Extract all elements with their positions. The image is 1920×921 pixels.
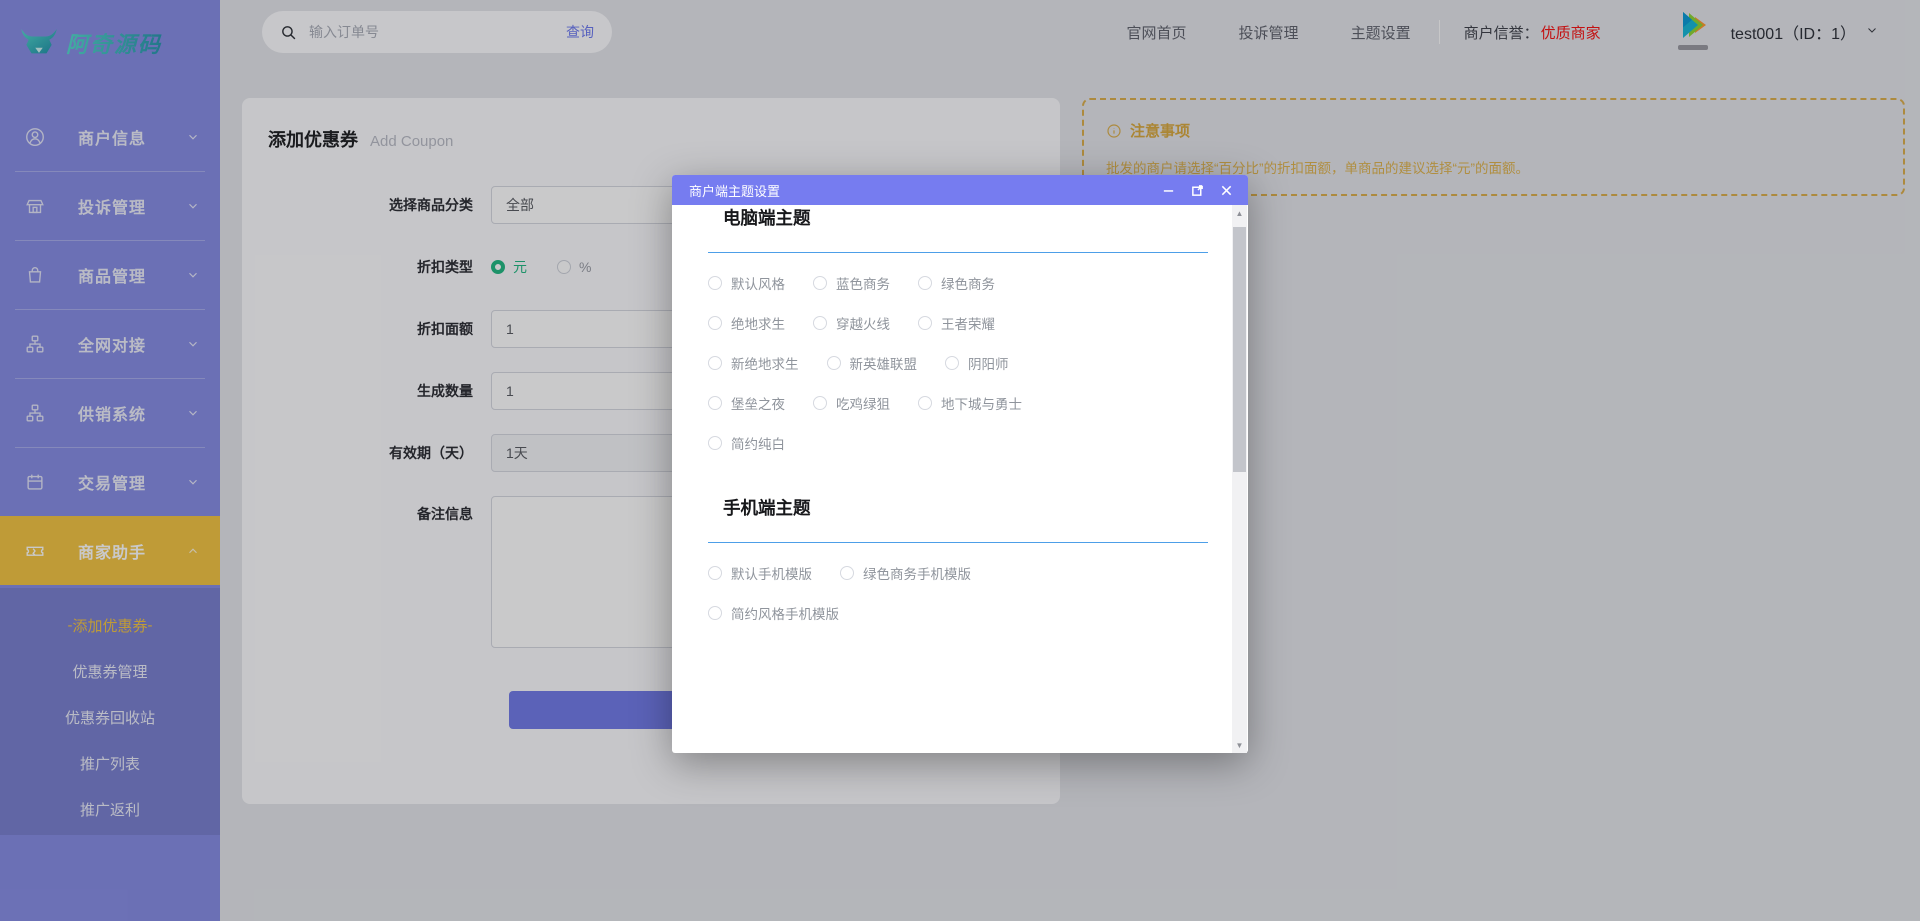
radio-circle-icon[interactable] bbox=[813, 276, 827, 290]
theme-option-row: 默认手机模版 绿色商务手机模版 bbox=[708, 563, 1208, 583]
radio-circle-icon[interactable] bbox=[945, 356, 959, 370]
close-icon[interactable] bbox=[1219, 183, 1233, 197]
modal-title: 商户端主题设置 bbox=[689, 181, 780, 200]
theme-option[interactable]: 绝地求生 bbox=[708, 313, 785, 333]
minimize-icon[interactable] bbox=[1161, 183, 1175, 197]
theme-section-heading: 手机端主题 bbox=[708, 495, 1208, 543]
modal-body: 电脑端主题 默认风格 bbox=[672, 205, 1248, 753]
radio-circle-icon[interactable] bbox=[918, 316, 932, 330]
app: 阿奇源码 商户信息 投诉管理 商品管理 bbox=[0, 0, 1920, 921]
theme-option-row: 默认风格 蓝色商务 bbox=[708, 273, 1208, 293]
theme-option[interactable]: 绿色商务手机模版 bbox=[840, 563, 971, 583]
theme-option[interactable]: 绿色商务 bbox=[918, 273, 995, 293]
theme-option-row: 简约风格手机模版 bbox=[708, 603, 1208, 623]
theme-option[interactable]: 简约纯白 bbox=[708, 433, 785, 453]
radio-circle-icon[interactable] bbox=[813, 396, 827, 410]
radio-circle-icon[interactable] bbox=[708, 606, 722, 620]
theme-option-row: 新绝地求生 新英雄联盟 bbox=[708, 353, 1208, 373]
theme-option[interactable]: 阴阳师 bbox=[945, 353, 1009, 373]
radio-circle-icon[interactable] bbox=[708, 356, 722, 370]
scroll-up-icon[interactable]: ▲ bbox=[1232, 205, 1247, 221]
radio-circle-icon[interactable] bbox=[708, 276, 722, 290]
radio-circle-icon[interactable] bbox=[708, 436, 722, 450]
theme-option[interactable]: 王者荣耀 bbox=[918, 313, 995, 333]
theme-option[interactable]: 蓝色商务 bbox=[813, 273, 890, 293]
theme-option-row: 绝地求生 穿越火线 bbox=[708, 313, 1208, 333]
theme-option[interactable]: 新绝地求生 bbox=[708, 353, 799, 373]
scroll-down-icon[interactable]: ▼ bbox=[1232, 737, 1247, 753]
theme-section: 手机端主题 默认手机模版 bbox=[708, 495, 1208, 623]
radio-circle-icon[interactable] bbox=[708, 316, 722, 330]
theme-option[interactable]: 堡垒之夜 bbox=[708, 393, 785, 413]
theme-option[interactable]: 地下城与勇士 bbox=[918, 393, 1022, 413]
radio-circle-icon[interactable] bbox=[708, 566, 722, 580]
radio-circle-icon[interactable] bbox=[813, 316, 827, 330]
theme-option-row: 简约纯白 bbox=[708, 433, 1208, 453]
radio-circle-icon[interactable] bbox=[918, 396, 932, 410]
theme-section: 电脑端主题 默认风格 bbox=[708, 205, 1208, 453]
radio-circle-icon[interactable] bbox=[840, 566, 854, 580]
theme-option[interactable]: 默认手机模版 bbox=[708, 563, 812, 583]
theme-option[interactable]: 新英雄联盟 bbox=[827, 353, 918, 373]
theme-option[interactable]: 简约风格手机模版 bbox=[708, 603, 839, 623]
theme-settings-modal: 商户端主题设置 电脑端主题 bbox=[672, 175, 1248, 753]
theme-section-heading: 电脑端主题 bbox=[708, 205, 1208, 253]
theme-option[interactable]: 默认风格 bbox=[708, 273, 785, 293]
radio-circle-icon[interactable] bbox=[827, 356, 841, 370]
modal-header[interactable]: 商户端主题设置 bbox=[672, 175, 1248, 205]
theme-option[interactable]: 吃鸡绿狙 bbox=[813, 393, 890, 413]
maximize-icon[interactable] bbox=[1190, 183, 1204, 197]
theme-option-row: 堡垒之夜 吃鸡绿狙 bbox=[708, 393, 1208, 413]
modal-scrollbar[interactable]: ▲ ▼ bbox=[1232, 205, 1247, 753]
radio-circle-icon[interactable] bbox=[708, 396, 722, 410]
scrollbar-thumb[interactable] bbox=[1233, 227, 1246, 472]
theme-option[interactable]: 穿越火线 bbox=[813, 313, 890, 333]
radio-circle-icon[interactable] bbox=[918, 276, 932, 290]
